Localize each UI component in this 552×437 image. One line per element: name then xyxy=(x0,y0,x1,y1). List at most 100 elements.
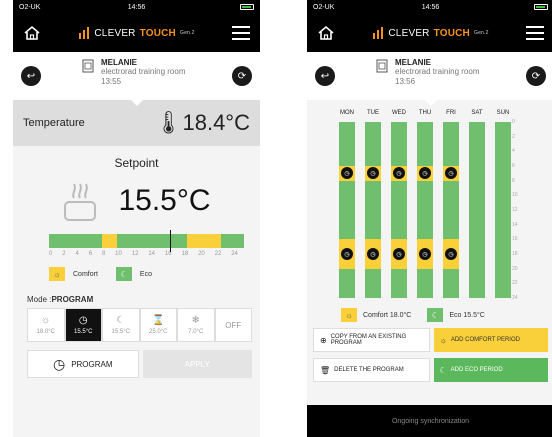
status-bar: O2-UK 14:56 xyxy=(307,0,552,14)
program-button[interactable]: ◷ PROGRAM xyxy=(27,350,139,378)
room-header: ↩ MELANIE electrorad training room 13:55… xyxy=(13,52,260,106)
timeline-tick: 4 xyxy=(75,251,79,257)
day-column[interactable]: ◷ ◷ xyxy=(417,122,433,298)
schedule-timeline xyxy=(49,230,244,252)
day-header: MON xyxy=(340,110,354,116)
home-icon[interactable] xyxy=(317,25,335,41)
timeline-tick: 6 xyxy=(88,251,93,257)
edit-period-icon[interactable]: ◷ xyxy=(419,248,431,260)
day-column[interactable] xyxy=(495,122,511,298)
edit-period-icon[interactable]: ◷ xyxy=(445,248,457,260)
refresh-button[interactable]: ⟳ xyxy=(232,66,252,86)
day-column[interactable]: ◷ ◷ xyxy=(443,122,459,298)
temperature-value-wrap: 🌡18.4°C xyxy=(155,110,250,136)
apply-button[interactable]: APPLY xyxy=(142,350,252,378)
hour-axis-label: 20 xyxy=(512,265,518,272)
brand-gen: Gen.2 xyxy=(179,30,195,36)
mode-value-label: 25.0°C xyxy=(149,329,168,335)
day-header: TUE xyxy=(367,110,379,116)
header-notch xyxy=(130,100,143,106)
eco-legend-label: Eco xyxy=(139,270,152,278)
room-info: MELANIE electrorad training room 13:56 xyxy=(375,58,479,87)
mode-frost[interactable]: ❄ 7.0°C xyxy=(177,308,215,342)
mode-eco[interactable]: ☾ 15.5°C xyxy=(102,308,140,342)
hour-axis-label: 8 xyxy=(512,177,515,184)
add-eco-period-button[interactable]: ☾ ADD ECO PERIOD xyxy=(433,358,548,382)
sun-icon: ☼ xyxy=(49,267,65,281)
clock-icon: ◷ xyxy=(78,315,88,326)
carrier-label: O2-UK xyxy=(313,3,335,11)
carrier-label: O2-UK xyxy=(19,3,41,11)
back-button[interactable]: ↩ xyxy=(21,66,41,86)
top-nav: CLEVER TOUCH Gen.2 xyxy=(307,14,552,52)
snowflake-icon: ❄ xyxy=(191,315,200,326)
edit-period-icon[interactable]: ◷ xyxy=(393,248,405,260)
logo-bars-icon xyxy=(373,27,384,39)
day-column[interactable] xyxy=(469,122,485,298)
add-comfort-period-button[interactable]: ☼ ADD COMFORT PERIOD xyxy=(433,328,548,352)
mode-value-label: 15.5°C xyxy=(111,329,130,335)
home-icon[interactable] xyxy=(23,25,41,41)
mode-off[interactable]: OFF xyxy=(214,308,252,342)
timeline-tick: 2 xyxy=(62,251,66,257)
temperature-bar: Temperature 🌡18.4°C xyxy=(13,100,260,146)
logo-bars-icon xyxy=(79,27,90,39)
brand-logo: CLEVER TOUCH Gen.2 xyxy=(78,27,194,39)
moon-icon: ☾ xyxy=(439,365,447,375)
sun-icon: ☼ xyxy=(439,335,447,345)
hourglass-icon: ⌛ xyxy=(152,315,165,326)
mode-program[interactable]: ◷ 15.5°C xyxy=(64,308,102,342)
trash-icon: 🗑 xyxy=(320,365,331,375)
status-bar: O2-UK 14:56 xyxy=(13,0,260,14)
battery-icon xyxy=(534,4,548,10)
sun-icon: ☼ xyxy=(341,308,357,322)
eco-segment xyxy=(220,234,244,248)
current-time-marker xyxy=(169,230,171,252)
hamburger-menu-icon[interactable] xyxy=(232,26,250,40)
hour-axis-label: 0 xyxy=(512,119,515,125)
back-button[interactable]: ↩ xyxy=(315,66,335,86)
phone-screen-left: O2-UK 14:56 CLEVER TOUCH Gen.2 ↩ MELANIE … xyxy=(13,0,260,437)
comfort-legend-label: Comfort xyxy=(73,270,98,278)
refresh-button[interactable]: ⟳ xyxy=(526,66,546,86)
heater-icon xyxy=(64,183,97,221)
room-time: 13:56 xyxy=(395,77,416,86)
day-column[interactable]: ◷ ◷ xyxy=(339,122,355,298)
mode-value-label: 18.0°C xyxy=(36,329,55,335)
brand-gen: Gen.2 xyxy=(473,30,489,36)
edit-period-icon[interactable]: ◷ xyxy=(341,248,353,260)
timeline-tick: 14 xyxy=(148,251,156,257)
timeline-tick: 20 xyxy=(198,251,205,257)
hour-axis-label: 10 xyxy=(512,192,518,199)
copy-program-button[interactable]: ⊕ COPY FROM AN EXISTING PROGRAM xyxy=(313,328,430,352)
timeline-ticks: 0 2 4 6 8 10 12 14 16 18 20 22 24 xyxy=(49,251,238,257)
eco-segment xyxy=(49,234,102,248)
timeline-tick: 22 xyxy=(214,251,222,257)
brand-name-a: CLEVER xyxy=(388,27,430,39)
mode-timer[interactable]: ⌛ 25.0°C xyxy=(139,308,177,342)
moon-icon: ☾ xyxy=(116,315,126,326)
mode-value: PROGRAM xyxy=(51,295,94,304)
battery-icon xyxy=(240,4,254,10)
schedule-actions-row-1: ⊕ COPY FROM AN EXISTING PROGRAM ☼ ADD COMF… xyxy=(313,328,548,352)
timeline-tick: 24 xyxy=(231,251,238,257)
mode-comfort[interactable]: ☼ 18.0°C xyxy=(27,308,65,342)
hour-axis-label: 22 xyxy=(512,280,518,287)
room-name: MELANIE xyxy=(101,58,137,67)
add-eco-label: ADD ECO PERIOD xyxy=(450,367,503,373)
weekly-schedule: 0 2 4 6 8 10 12 14 16 18 20 22 24 MON ◷ ◷ TUE ◷ ◷ WED ◷ ◷ THU… xyxy=(307,110,552,302)
moon-icon: ☾ xyxy=(115,267,132,281)
sun-icon: ☼ xyxy=(41,315,51,326)
day-header: SAT xyxy=(471,110,483,116)
delete-program-button[interactable]: 🗑 DELETE THE PROGRAM xyxy=(313,358,430,382)
hamburger-menu-icon[interactable] xyxy=(526,26,544,40)
comfort-segment xyxy=(101,234,118,248)
hour-axis-label: 16 xyxy=(512,236,518,243)
day-column[interactable]: ◷ ◷ xyxy=(365,122,381,298)
apply-button-label: APPLY xyxy=(184,359,210,369)
edit-period-icon[interactable]: ◷ xyxy=(367,248,379,260)
top-nav: CLEVER TOUCH Gen.2 xyxy=(13,14,260,52)
sync-status-bar: Ongoing synchronization xyxy=(307,405,552,437)
day-column[interactable]: ◷ ◷ xyxy=(391,122,407,298)
room-info: MELANIE electrorad training room 13:55 xyxy=(81,58,185,87)
